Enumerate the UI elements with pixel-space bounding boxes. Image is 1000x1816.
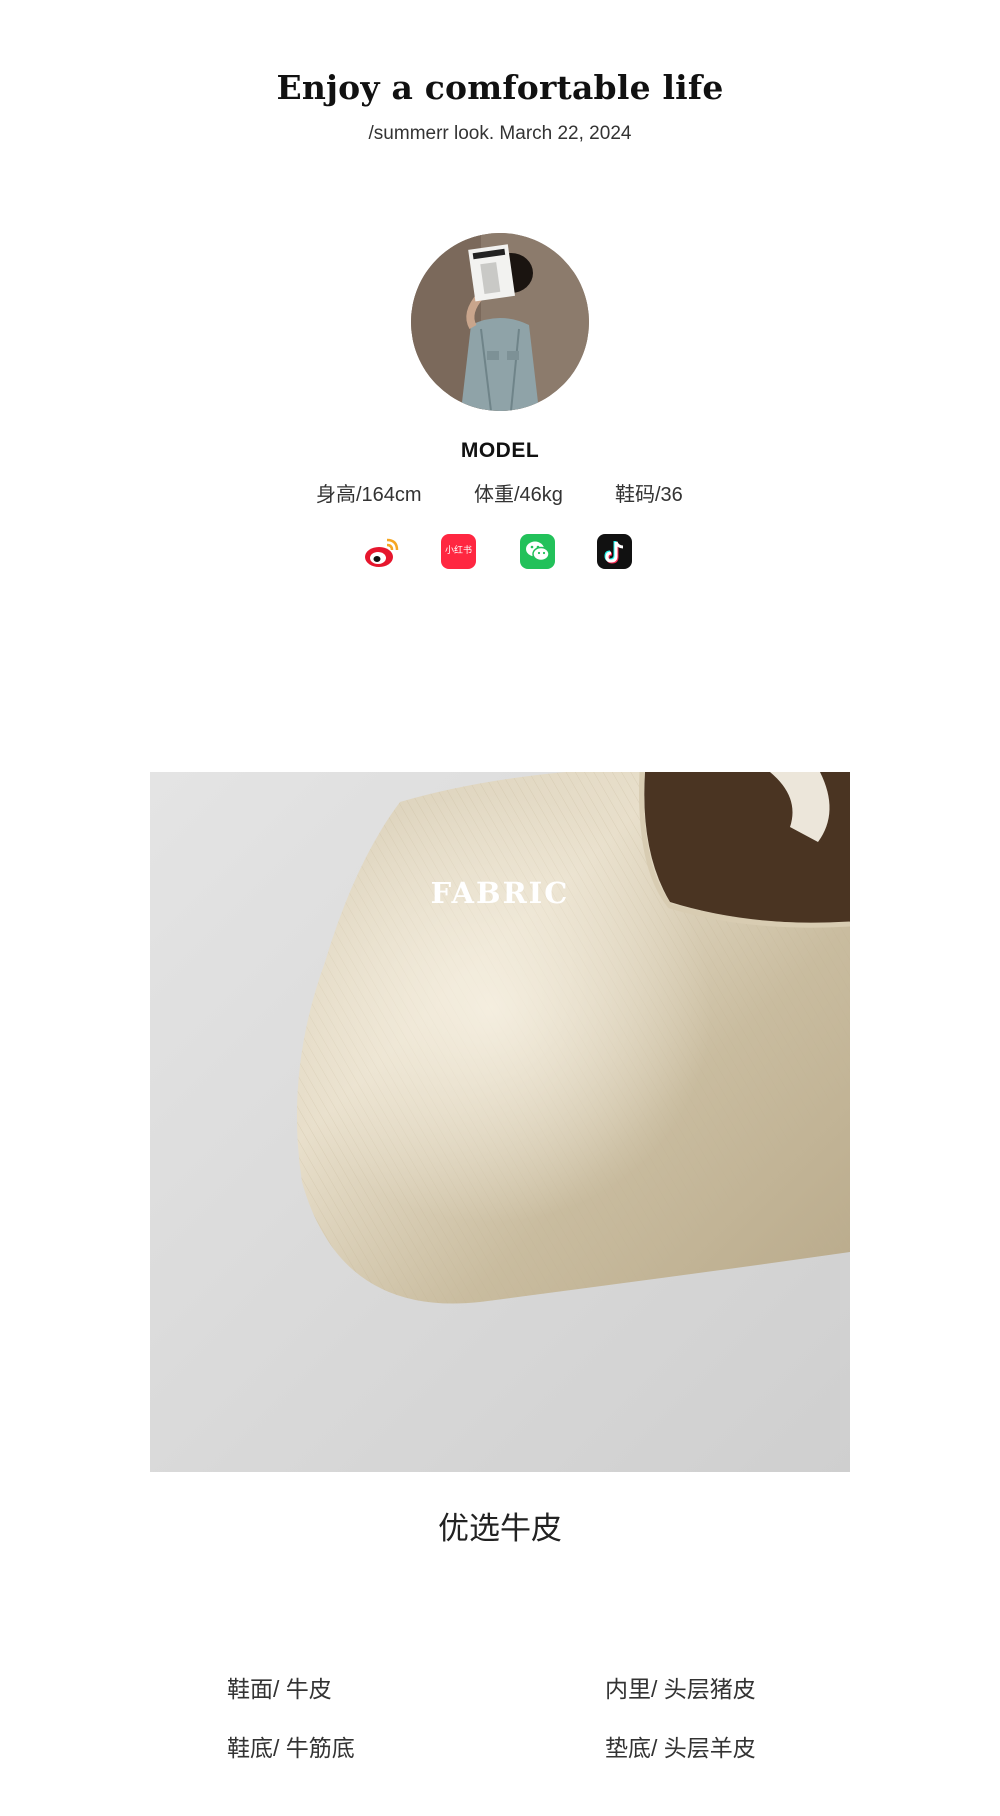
model-stats: 身高/164cm 体重/46kg 鞋码/36 <box>0 478 1000 508</box>
wechat-icon[interactable] <box>520 534 555 569</box>
fabric-photo: FABRIC <box>150 772 850 1472</box>
model-photo <box>411 233 589 411</box>
spec-insole: 垫底/ 头层羊皮 <box>605 1735 756 1761</box>
fabric-label: FABRIC <box>430 876 570 910</box>
model-weight: 体重/46kg <box>474 484 563 506</box>
xiaohongshu-text: 小红书 <box>444 546 472 556</box>
spec-upper: 鞋面/ 牛皮 <box>227 1676 332 1702</box>
model-shoe-size: 鞋码/36 <box>615 484 683 506</box>
page-title: Enjoy a comfortable life <box>276 68 724 107</box>
spec-sole: 鞋底/ 牛筋底 <box>227 1735 355 1761</box>
page-subtitle: /summerr look. March 22, 2024 <box>368 123 632 144</box>
spec-lining: 内里/ 头层猪皮 <box>605 1676 756 1702</box>
douyin-icon[interactable] <box>597 534 632 569</box>
weibo-icon[interactable] <box>363 534 399 569</box>
xiaohongshu-icon[interactable]: 小红书 <box>441 534 476 569</box>
social-links: 小红书 <box>0 534 1000 572</box>
model-avatar <box>411 233 589 411</box>
fabric-caption: 优选牛皮 <box>438 1511 562 1546</box>
model-label: MODEL <box>460 439 540 462</box>
model-height: 身高/164cm <box>316 484 422 506</box>
